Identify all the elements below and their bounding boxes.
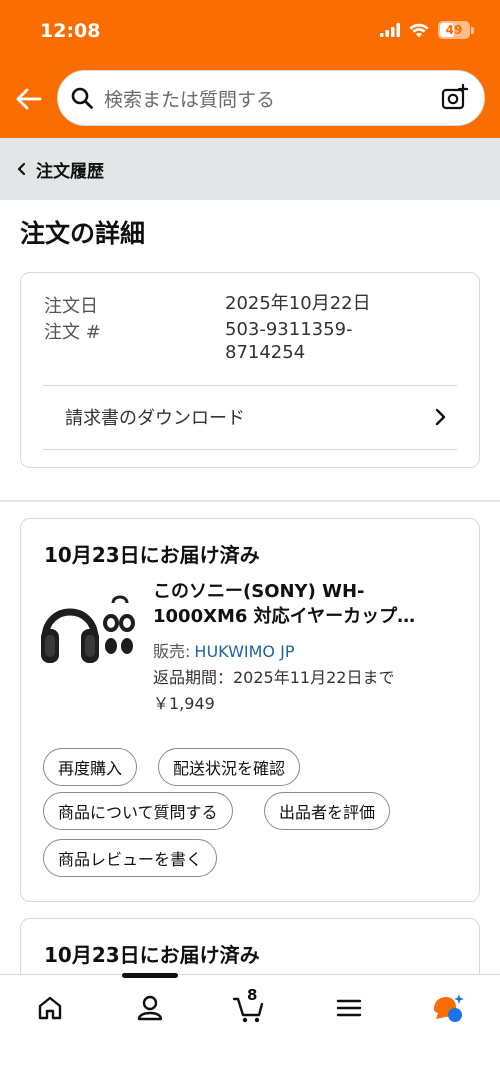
order-info-card: 注文日 2025年10月22日 注文 # 503-9311359- 871425… <box>20 272 480 468</box>
invoice-download-row[interactable]: 請求書のダウンロード <box>21 385 479 449</box>
order-number-line2: 8714254 <box>225 342 306 363</box>
invoice-download-label: 請求書のダウンロード <box>65 408 245 429</box>
track-package-button[interactable]: 配送状況を確認 <box>158 748 301 786</box>
rate-seller-button[interactable]: 出品者を評価 <box>264 792 391 830</box>
chevron-left-icon <box>17 162 26 176</box>
delivery-status-2: 10月23日にお届け済み <box>44 943 260 967</box>
search-placeholder: 検索または質問する <box>104 88 276 111</box>
order-date-label: 注文日 <box>44 296 98 317</box>
ask-product-question-button[interactable]: 商品について質問する <box>43 792 233 830</box>
return-period: 返品期間：2025年11月22日まで <box>153 668 395 687</box>
write-review-button[interactable]: 商品レビューを書く <box>43 839 218 877</box>
search-input[interactable]: 検索または質問する <box>57 70 485 126</box>
back-arrow-icon[interactable] <box>14 84 44 114</box>
product-title-line2: 1000XM6 対応イヤーカップ… <box>153 606 416 627</box>
account-icon[interactable] <box>133 991 167 1025</box>
home-icon[interactable] <box>33 991 67 1025</box>
breadcrumb[interactable]: 注文履歴 <box>0 138 500 200</box>
cart-count-badge: 8 <box>247 986 258 1004</box>
order-number-label: 注文 # <box>44 322 101 343</box>
breadcrumb-label: 注文履歴 <box>36 161 104 182</box>
search-icon <box>71 87 93 109</box>
cellular-signal-icon <box>380 23 400 37</box>
page-title: 注文の詳細 <box>20 219 146 248</box>
delivery-status: 10月23日にお届け済み <box>44 543 260 567</box>
seller-link[interactable]: HUKWIMO JP <box>194 642 294 661</box>
chevron-right-icon <box>435 408 446 426</box>
status-time: 12:08 <box>40 20 101 42</box>
product-title-link[interactable]: このソニー(SONY) WH- 1000XM6 対応イヤーカップ… <box>153 579 453 629</box>
wifi-icon <box>409 23 429 37</box>
seller-prefix: 販売: <box>153 642 191 661</box>
buy-again-button[interactable]: 再度購入 <box>43 748 138 786</box>
battery-cap <box>471 26 474 34</box>
product-title-line1: このソニー(SONY) WH- <box>153 581 365 602</box>
order-number-line1: 503-9311359- <box>225 319 353 340</box>
status-icons: 49 <box>380 21 474 39</box>
camera-search-icon[interactable] <box>440 84 468 112</box>
divider <box>43 449 457 450</box>
active-tab-indicator <box>122 973 178 978</box>
shipment-card: 10月23日にお届け済み このソニー(SONY) WH- 1000XM6 対応イ… <box>20 518 480 902</box>
order-date-value: 2025年10月22日 <box>225 293 371 314</box>
product-image[interactable] <box>39 583 137 679</box>
top-bar: 12:08 49 検索または質問する <box>0 0 500 138</box>
order-number-value: 503-9311359- 8714254 <box>225 318 435 364</box>
battery-level: 49 <box>445 23 463 37</box>
seller-info: 販売: HUKWIMO JP <box>153 638 294 662</box>
battery-icon: 49 <box>438 21 470 39</box>
rufus-icon[interactable] <box>430 991 464 1025</box>
product-price: ￥1,949 <box>153 694 215 713</box>
menu-icon[interactable] <box>332 991 366 1025</box>
section-divider <box>0 500 500 502</box>
